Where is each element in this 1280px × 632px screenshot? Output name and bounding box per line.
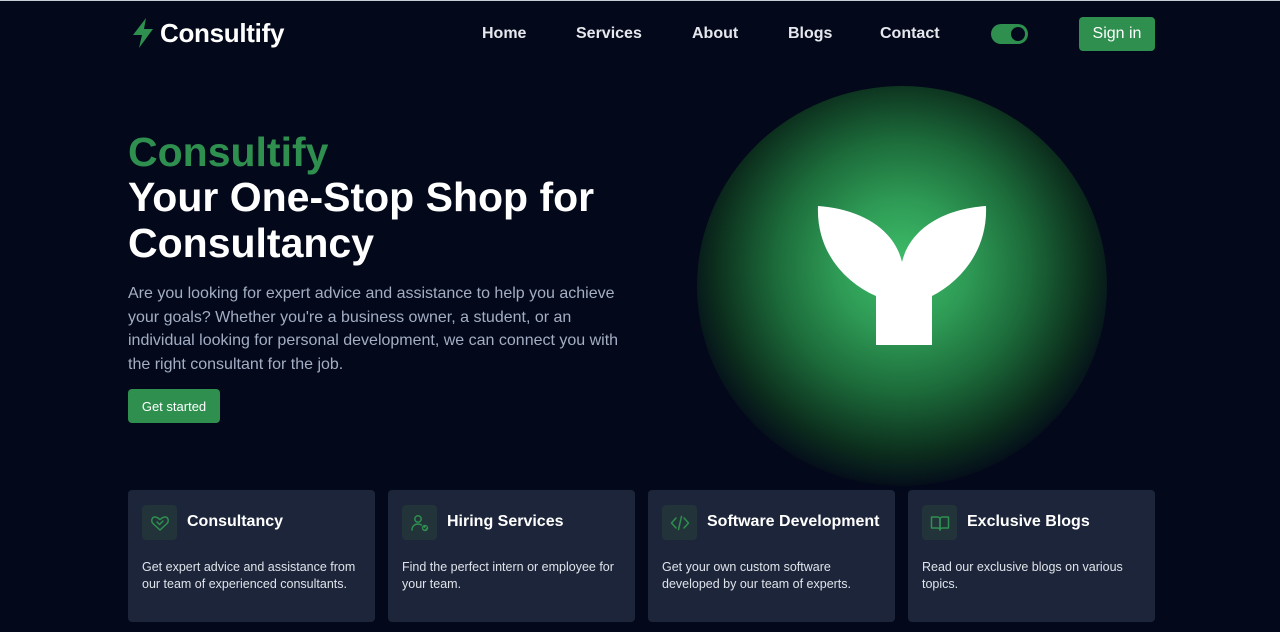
card-consultancy[interactable]: Consultancy Get expert advice and assist…: [128, 490, 375, 622]
hero-description: Are you looking for expert advice and as…: [128, 285, 619, 373]
card-description: Read our exclusive blogs on various topi…: [922, 560, 1123, 591]
nav-about[interactable]: About: [692, 25, 738, 43]
card-description: Find the perfect intern or employee for …: [402, 560, 614, 591]
logo-text: Consultify: [160, 17, 285, 48]
card-title: Software Development: [707, 513, 880, 530]
nav-blogs[interactable]: Blogs: [788, 25, 832, 43]
lightning-icon: [133, 18, 153, 48]
nav-services[interactable]: Services: [576, 25, 642, 43]
code-icon: [662, 505, 697, 540]
handshake-heart-icon: [142, 505, 177, 540]
card-software-development[interactable]: Software Development Get your own custom…: [648, 490, 895, 622]
nav-contact[interactable]: Contact: [880, 25, 940, 43]
y-logo-icon: [817, 206, 987, 345]
page: Consultify Home Services About Blogs Con…: [0, 0, 1280, 632]
card-title: Hiring Services: [447, 513, 564, 530]
logo-link[interactable]: Consultify: [130, 17, 284, 49]
book-open-icon: [922, 505, 957, 540]
card-description: Get expert advice and assistance from ou…: [142, 560, 356, 591]
card-title: Consultancy: [187, 513, 284, 530]
card-description: Get your own custom software developed b…: [662, 560, 852, 591]
card-hiring-services[interactable]: Hiring Services Find the perfect intern …: [388, 490, 635, 622]
hero-brand: Consultify: [128, 129, 329, 175]
theme-toggle[interactable]: [991, 24, 1028, 44]
user-check-icon: [402, 505, 437, 540]
hero-title: Your One-Stop Shop for Consultancy: [128, 174, 595, 266]
toggle-knob: [1011, 27, 1025, 41]
get-started-button[interactable]: Get started: [128, 389, 220, 423]
card-title: Exclusive Blogs: [967, 513, 1090, 530]
navbar: Consultify Home Services About Blogs Con…: [0, 0, 1280, 68]
sign-in-button[interactable]: Sign in: [1079, 17, 1155, 51]
nav-home[interactable]: Home: [482, 25, 526, 43]
card-exclusive-blogs[interactable]: Exclusive Blogs Read our exclusive blogs…: [908, 490, 1155, 622]
